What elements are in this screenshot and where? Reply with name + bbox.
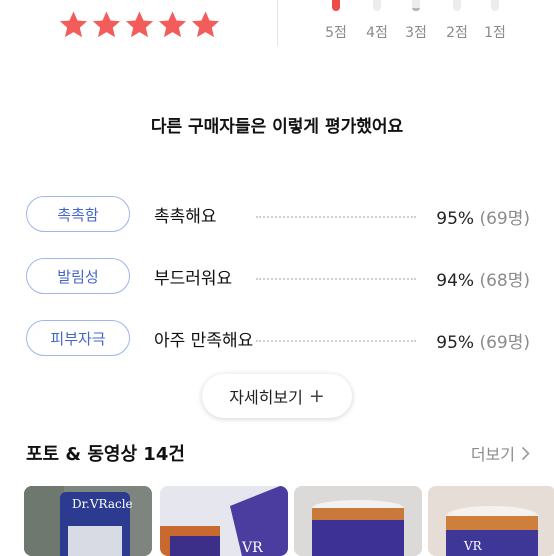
brand-text: Dr.VRacle bbox=[72, 497, 133, 511]
trait-row: 발림성 부드러워요 94% (68명) bbox=[26, 258, 530, 298]
trait-tag[interactable]: 촉촉함 bbox=[26, 196, 130, 232]
trait-percent: 95% (69명) bbox=[436, 328, 530, 353]
trait-percent: 94% (68명) bbox=[436, 266, 530, 291]
respondent-count: (69명) bbox=[479, 333, 530, 353]
rating-label-3: 3점 bbox=[405, 25, 427, 41]
star-icon bbox=[59, 11, 88, 38]
trait-text: 촉촉해요 bbox=[154, 207, 217, 227]
product-photo: VR bbox=[160, 486, 288, 556]
product-photo: VR bbox=[428, 486, 554, 556]
rating-label-5: 5점 bbox=[325, 25, 347, 41]
product-photo bbox=[294, 486, 422, 556]
product-photo: Dr.VRacle bbox=[24, 486, 152, 556]
view-details-label: 자세히보기 bbox=[229, 388, 303, 407]
rating-bar-4 bbox=[373, 0, 381, 11]
percent-value: 94% bbox=[436, 271, 475, 291]
star-icon bbox=[92, 11, 121, 38]
trait-tag[interactable]: 피부자극 bbox=[26, 320, 130, 356]
chevron-right-icon bbox=[521, 446, 530, 460]
plus-icon: + bbox=[308, 385, 325, 407]
rating-bar-5 bbox=[332, 0, 340, 11]
respondent-count: (68명) bbox=[479, 271, 530, 291]
percent-value: 95% bbox=[436, 333, 475, 353]
star-icon bbox=[125, 11, 154, 38]
star-rating bbox=[58, 8, 221, 42]
rating-label-4: 4점 bbox=[366, 25, 388, 41]
view-more-label: 더보기 bbox=[470, 445, 515, 464]
star-icon bbox=[158, 11, 187, 38]
rating-bar-1 bbox=[491, 0, 499, 11]
rating-bar-fill bbox=[412, 7, 420, 11]
rating-label-1: 1점 bbox=[484, 25, 506, 41]
trait-tag[interactable]: 발림성 bbox=[26, 258, 130, 294]
trait-row: 피부자극 아주 만족해요 95% (69명) bbox=[26, 320, 530, 360]
photo-thumbnail[interactable]: VR bbox=[160, 486, 288, 556]
rating-distribution: 5점 4점 3점 2점 1점 bbox=[316, 0, 516, 46]
rating-label-2: 2점 bbox=[446, 25, 468, 41]
photo-thumbnail-strip: Dr.VRacle VR VR bbox=[0, 486, 554, 556]
star-icon bbox=[191, 11, 220, 38]
photo-thumbnail[interactable]: Dr.VRacle bbox=[24, 486, 152, 556]
rating-divider bbox=[277, 0, 278, 46]
dotted-leader bbox=[256, 278, 416, 280]
trait-row: 촉촉함 촉촉해요 95% (69명) bbox=[26, 196, 530, 236]
view-more-link[interactable]: 더보기 bbox=[471, 441, 530, 465]
photo-thumbnail[interactable]: VR bbox=[428, 486, 554, 556]
respondent-count: (69명) bbox=[479, 209, 530, 229]
rating-bar-2 bbox=[453, 0, 461, 11]
trait-percent: 95% (69명) bbox=[436, 204, 530, 229]
brand-text: VR bbox=[463, 539, 483, 553]
dotted-leader bbox=[256, 340, 416, 342]
rating-bar-3 bbox=[412, 0, 420, 11]
view-details-button[interactable]: 자세히보기 + bbox=[202, 374, 352, 418]
percent-value: 95% bbox=[436, 209, 475, 229]
trait-text: 부드러워요 bbox=[154, 269, 233, 289]
photo-section-title: 포토 & 동영상 14건 bbox=[26, 444, 185, 465]
photo-thumbnail[interactable] bbox=[294, 486, 422, 556]
rating-bar-fill bbox=[332, 0, 340, 11]
dotted-leader bbox=[256, 216, 416, 218]
trait-text: 아주 만족해요 bbox=[154, 331, 254, 351]
evaluation-subtitle: 다른 구매자들은 이렇게 평가했어요 bbox=[150, 117, 404, 137]
